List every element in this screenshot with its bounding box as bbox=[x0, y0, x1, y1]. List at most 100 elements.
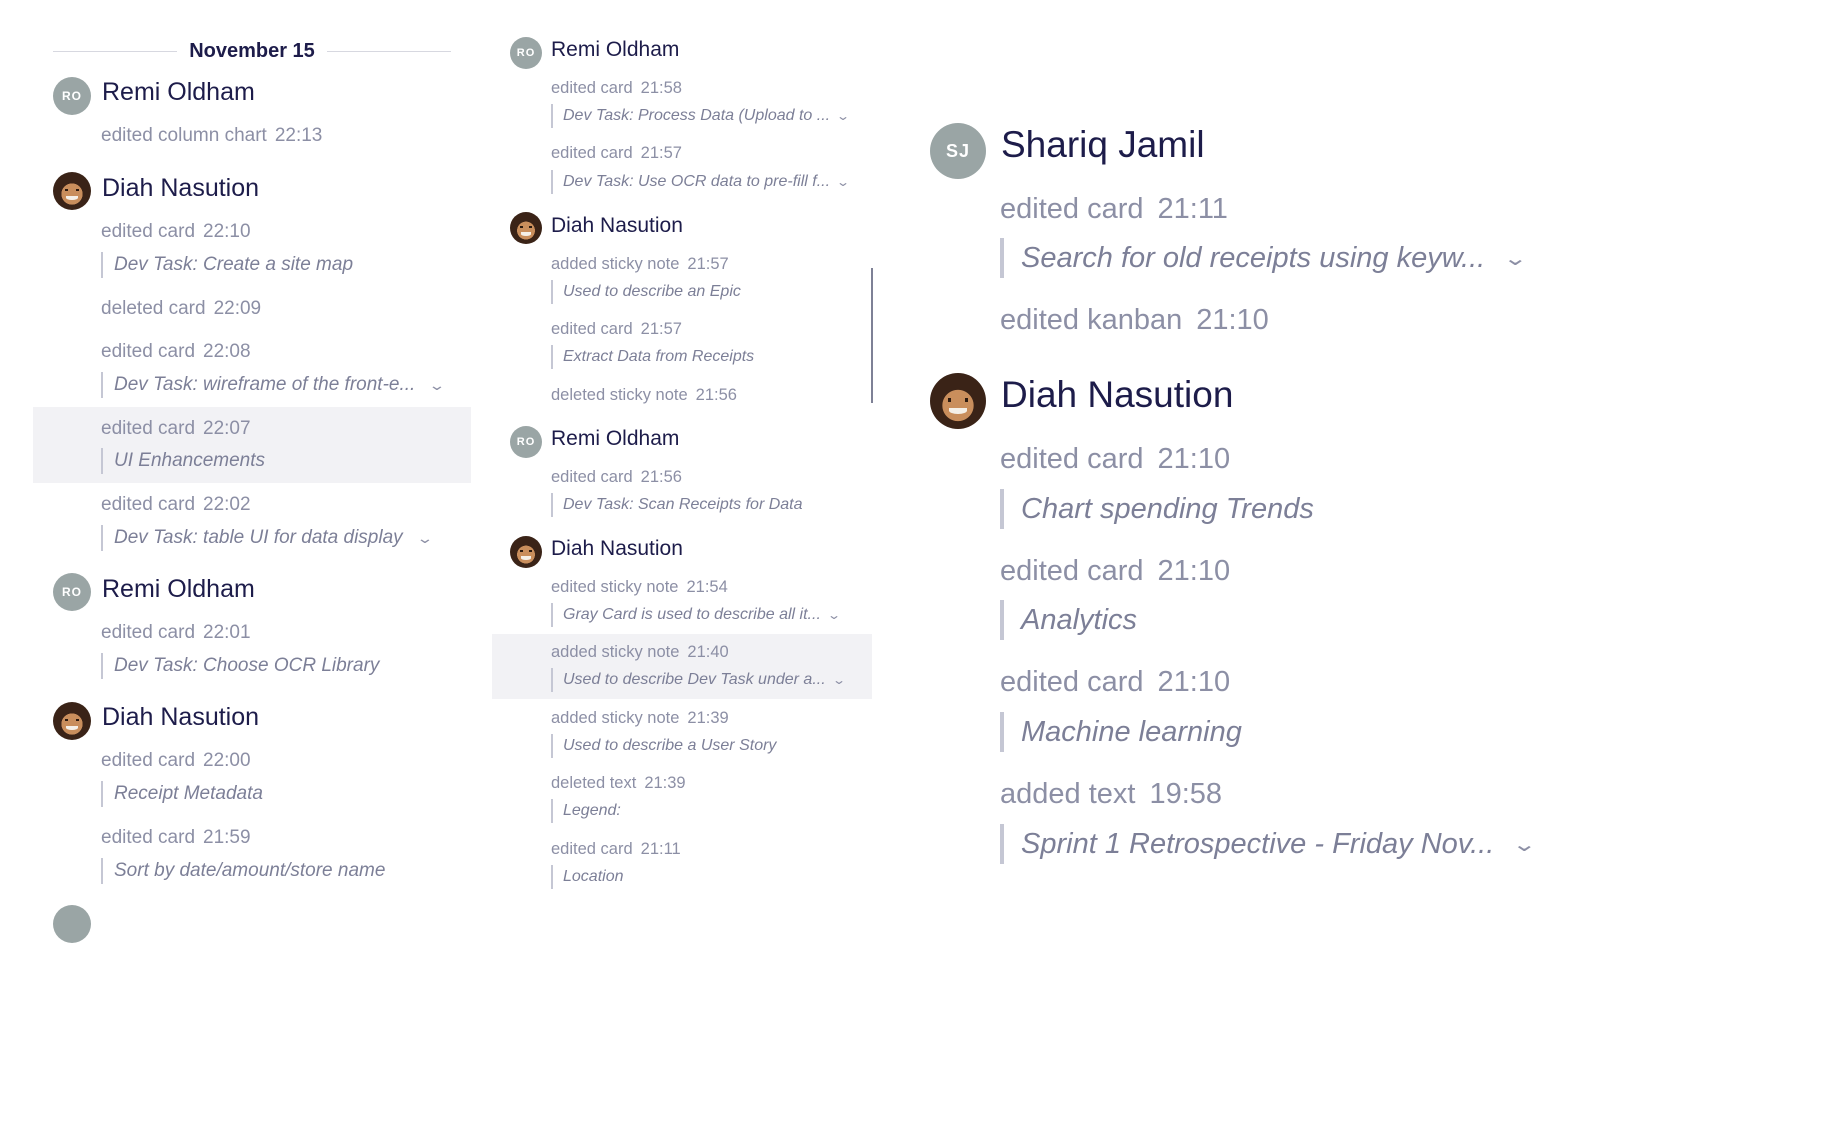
activity-action: edited card bbox=[551, 840, 633, 858]
card-quote[interactable]: Legend: bbox=[551, 799, 621, 823]
activity-entry: added text 19:58 bbox=[1000, 778, 1222, 811]
card-quote[interactable]: Machine learning bbox=[1000, 712, 1242, 752]
activity-entry: edited card 21:10 bbox=[1000, 555, 1230, 588]
user-name: Remi Oldham bbox=[102, 575, 255, 603]
activity-time: 22:08 bbox=[203, 341, 251, 362]
avatar: RO bbox=[510, 37, 542, 69]
activity-action: deleted text bbox=[551, 774, 637, 792]
quote-text: Sort by date/amount/store name bbox=[114, 860, 386, 881]
card-quote[interactable]: Sprint 1 Retrospective - Friday Nov... ⌄ bbox=[1000, 824, 1537, 864]
activity-time: 21:10 bbox=[1157, 555, 1231, 587]
activity-entry: edited card 21:10 bbox=[1000, 666, 1230, 699]
card-quote[interactable]: Dev Task: wireframe of the front-e... ⌄ bbox=[101, 372, 446, 398]
activity-action: deleted card bbox=[101, 298, 206, 319]
quote-text: Dev Task: Process Data (Upload to ... bbox=[563, 107, 831, 124]
scrollbar-thumb[interactable] bbox=[871, 268, 873, 403]
activity-action: edited card bbox=[101, 341, 196, 362]
activity-time: 21:58 bbox=[640, 79, 682, 97]
card-quote[interactable]: Used to describe a User Story bbox=[551, 734, 776, 758]
quote-text: Dev Task: Create a site map bbox=[114, 254, 354, 275]
activity-entry: edited card 21:58 bbox=[551, 79, 682, 98]
activity-panel-middle: RO Remi Oldham edited card 21:58 Dev Task… bbox=[492, 0, 874, 900]
card-quote[interactable]: Analytics bbox=[1000, 600, 1137, 640]
card-quote[interactable]: Dev Task: Choose OCR Library bbox=[101, 653, 379, 679]
activity-action: edited card bbox=[551, 79, 633, 97]
card-quote[interactable]: Used to describe an Epic bbox=[551, 280, 741, 304]
activity-entry: edited card 21:56 bbox=[551, 468, 682, 487]
card-quote[interactable]: Gray Card is used to describe all it... … bbox=[551, 603, 841, 627]
card-quote[interactable]: Used to describe Dev Task under a... ⌄ bbox=[551, 668, 846, 692]
card-quote[interactable]: Dev Task: Create a site map bbox=[101, 252, 353, 278]
quote-text: Extract Data from Receipts bbox=[563, 348, 755, 365]
user-name: Diah Nasution bbox=[102, 703, 260, 731]
activity-time: 22:02 bbox=[203, 494, 251, 515]
chevron-down-icon[interactable]: ⌄ bbox=[827, 608, 841, 622]
card-quote[interactable]: Dev Task: Scan Receipts for Data bbox=[551, 493, 803, 517]
activity-entry: edited card 22:07 bbox=[101, 418, 251, 440]
activity-time: 21:10 bbox=[1157, 443, 1231, 475]
user-name: Shariq Jamil bbox=[1001, 124, 1205, 165]
user-name: Diah Nasution bbox=[1001, 374, 1234, 415]
activity-time: 21:10 bbox=[1157, 666, 1231, 698]
activity-entry: added sticky note 21:39 bbox=[551, 709, 729, 728]
chevron-down-icon[interactable]: ⌄ bbox=[416, 530, 434, 547]
card-quote[interactable]: UI Enhancements bbox=[101, 448, 265, 474]
activity-panel-left: November 15 RO Remi Oldham edited column… bbox=[33, 0, 471, 943]
chevron-down-icon[interactable]: ⌄ bbox=[836, 109, 850, 123]
card-quote[interactable]: Dev Task: Use OCR data to pre-fill f... … bbox=[551, 170, 850, 194]
activity-action: edited card bbox=[101, 622, 196, 643]
avatar bbox=[53, 702, 91, 740]
card-quote[interactable]: Chart spending Trends bbox=[1000, 489, 1314, 529]
activity-time: 22:09 bbox=[213, 298, 262, 319]
quote-text: Dev Task: Scan Receipts for Data bbox=[563, 496, 803, 513]
user-name: Diah Nasution bbox=[551, 537, 683, 560]
activity-action: edited card bbox=[1000, 193, 1144, 225]
card-quote[interactable]: Dev Task: table UI for data display ⌄ bbox=[101, 525, 433, 551]
quote-text: Search for old receipts using keyw... bbox=[1021, 241, 1486, 274]
avatar: RO bbox=[53, 77, 91, 115]
activity-entry: edited card 22:01 bbox=[101, 622, 251, 644]
chevron-down-icon[interactable]: ⌄ bbox=[428, 377, 446, 394]
card-quote[interactable]: Receipt Metadata bbox=[101, 781, 263, 807]
quote-text: Dev Task: Use OCR data to pre-fill f... bbox=[563, 173, 831, 190]
activity-action: edited kanban bbox=[1000, 304, 1183, 336]
activity-time: 21:11 bbox=[640, 840, 681, 858]
activity-time: 21:56 bbox=[695, 386, 737, 404]
activity-action: edited card bbox=[1000, 555, 1144, 587]
activity-action: edited card bbox=[101, 494, 196, 515]
divider bbox=[326, 50, 451, 52]
activity-entry: edited card 22:02 bbox=[101, 494, 251, 516]
card-quote[interactable]: Location bbox=[551, 865, 624, 889]
chevron-down-icon[interactable]: ⌄ bbox=[832, 673, 846, 687]
activity-action: edited card bbox=[551, 320, 633, 338]
activity-action: edited card bbox=[1000, 666, 1144, 698]
activity-action: edited card bbox=[101, 750, 196, 771]
avatar: RO bbox=[510, 426, 542, 458]
activity-entry: edited kanban 21:10 bbox=[1000, 304, 1269, 337]
date-label: November 15 bbox=[189, 39, 315, 62]
quote-text: Used to describe a User Story bbox=[563, 737, 777, 754]
activity-entry: edited card 22:08 bbox=[101, 341, 251, 363]
chevron-down-icon[interactable]: ⌄ bbox=[1512, 832, 1537, 857]
activity-time: 22:13 bbox=[274, 125, 323, 146]
avatar bbox=[930, 373, 986, 429]
card-quote[interactable]: Sort by date/amount/store name bbox=[101, 858, 385, 884]
activity-entry: deleted card 22:09 bbox=[101, 298, 261, 320]
chevron-down-icon[interactable]: ⌄ bbox=[836, 175, 850, 189]
quote-text: Legend: bbox=[563, 802, 621, 819]
activity-time: 21:57 bbox=[687, 255, 729, 273]
card-quote[interactable]: Search for old receipts using keyw... ⌄ bbox=[1000, 238, 1528, 278]
chevron-down-icon[interactable]: ⌄ bbox=[1503, 246, 1528, 271]
quote-text: Used to describe Dev Task under a... bbox=[563, 671, 826, 688]
activity-time: 21:11 bbox=[1157, 193, 1228, 225]
activity-time: 21:56 bbox=[640, 468, 682, 486]
avatar bbox=[510, 212, 542, 244]
divider bbox=[53, 50, 178, 52]
card-quote[interactable]: Dev Task: Process Data (Upload to ... ⌄ bbox=[551, 104, 850, 128]
activity-entry: edited card 21:11 bbox=[1000, 193, 1228, 226]
activity-action: added sticky note bbox=[551, 709, 680, 727]
user-name: Diah Nasution bbox=[102, 174, 260, 202]
card-quote[interactable]: Extract Data from Receipts bbox=[551, 345, 754, 369]
user-name: Remi Oldham bbox=[551, 38, 680, 61]
activity-time: 21:10 bbox=[1196, 304, 1269, 336]
